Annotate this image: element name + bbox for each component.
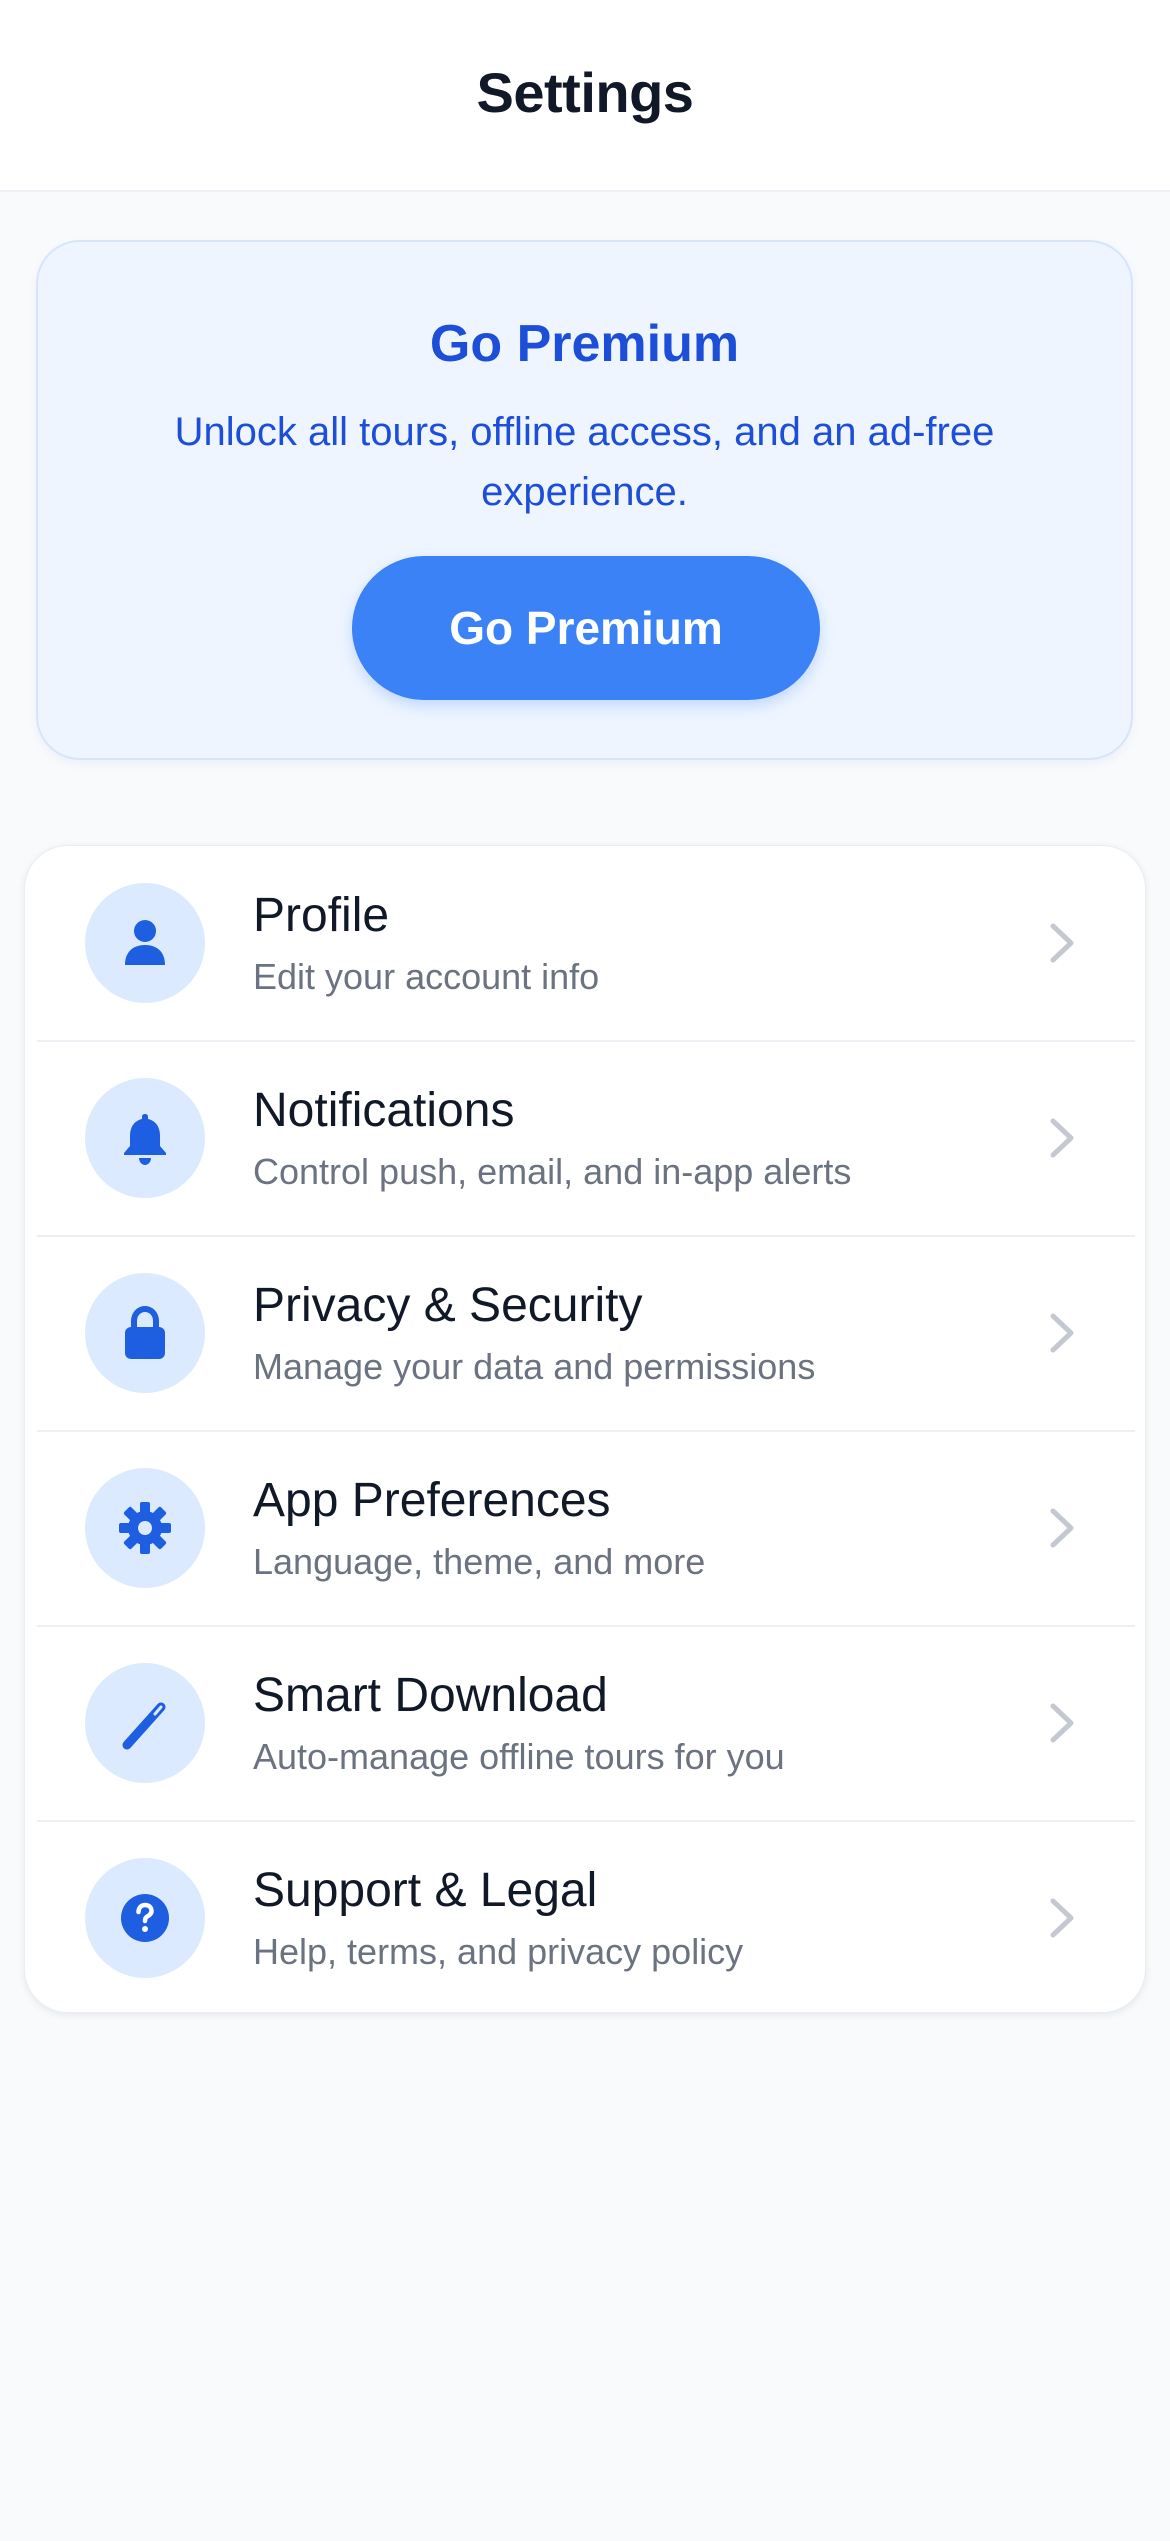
premium-title: Go Premium (429, 315, 740, 373)
settings-item-subtitle: Language, theme, and more (253, 1541, 706, 1582)
chevron-right-icon (1050, 1703, 1074, 1743)
settings-item-subtitle: Auto-manage offline tours for you (253, 1736, 785, 1777)
settings-item-title: Privacy & Security (253, 1279, 643, 1332)
settings-item-subtitle: Control push, email, and in-app alerts (253, 1151, 852, 1192)
settings-item-title: Support & Legal (253, 1864, 598, 1917)
chevron-right-icon (1050, 1118, 1074, 1158)
magic-wand-icon (122, 1702, 166, 1750)
settings-item-support-legal[interactable]: Support & Legal Help, terms, and privacy… (37, 1821, 1135, 2016)
bell-icon (124, 1114, 166, 1165)
premium-description: Unlock all tours, offline access, and an… (174, 410, 995, 514)
settings-item-subtitle: Help, terms, and privacy policy (253, 1931, 744, 1972)
chevron-right-icon (1050, 1898, 1074, 1938)
settings-item-title: App Preferences (253, 1474, 611, 1527)
settings-item-subtitle: Edit your account info (253, 956, 600, 997)
settings-item-privacy-security[interactable]: Privacy & Security Manage your data and … (37, 1236, 1135, 1431)
chevron-right-icon (1050, 1508, 1074, 1548)
settings-list: Profile Edit your account info Notificat… (24, 845, 1146, 2013)
privacy-icon-badge (85, 1273, 205, 1393)
notifications-icon-badge (85, 1078, 205, 1198)
premium-card: Go Premium Unlock all tours, offline acc… (36, 240, 1133, 760)
settings-item-title: Smart Download (253, 1669, 608, 1722)
support-icon-badge (85, 1858, 205, 1978)
gear-icon (119, 1502, 171, 1554)
page-title: Settings (476, 60, 694, 124)
go-premium-button[interactable]: Go Premium (352, 556, 820, 700)
lock-icon (125, 1305, 165, 1359)
settings-item-app-preferences[interactable]: App Preferences Language, theme, and mor… (37, 1431, 1135, 1626)
person-icon (125, 920, 165, 965)
settings-item-profile[interactable]: Profile Edit your account info (37, 846, 1135, 1041)
preferences-icon-badge (85, 1468, 205, 1588)
chevron-right-icon (1050, 1313, 1074, 1353)
settings-item-title: Notifications (253, 1084, 515, 1137)
settings-item-subtitle: Manage your data and permissions (253, 1346, 816, 1387)
question-circle-icon (121, 1894, 169, 1942)
settings-item-smart-download[interactable]: Smart Download Auto-manage offline tours… (37, 1626, 1135, 1821)
settings-item-title: Profile (253, 889, 390, 942)
profile-icon-badge (85, 883, 205, 1003)
settings-item-notifications[interactable]: Notifications Control push, email, and i… (37, 1041, 1135, 1236)
chevron-right-icon (1050, 923, 1074, 963)
header-bar: Settings (0, 0, 1170, 192)
smart-download-icon-badge (85, 1663, 205, 1783)
